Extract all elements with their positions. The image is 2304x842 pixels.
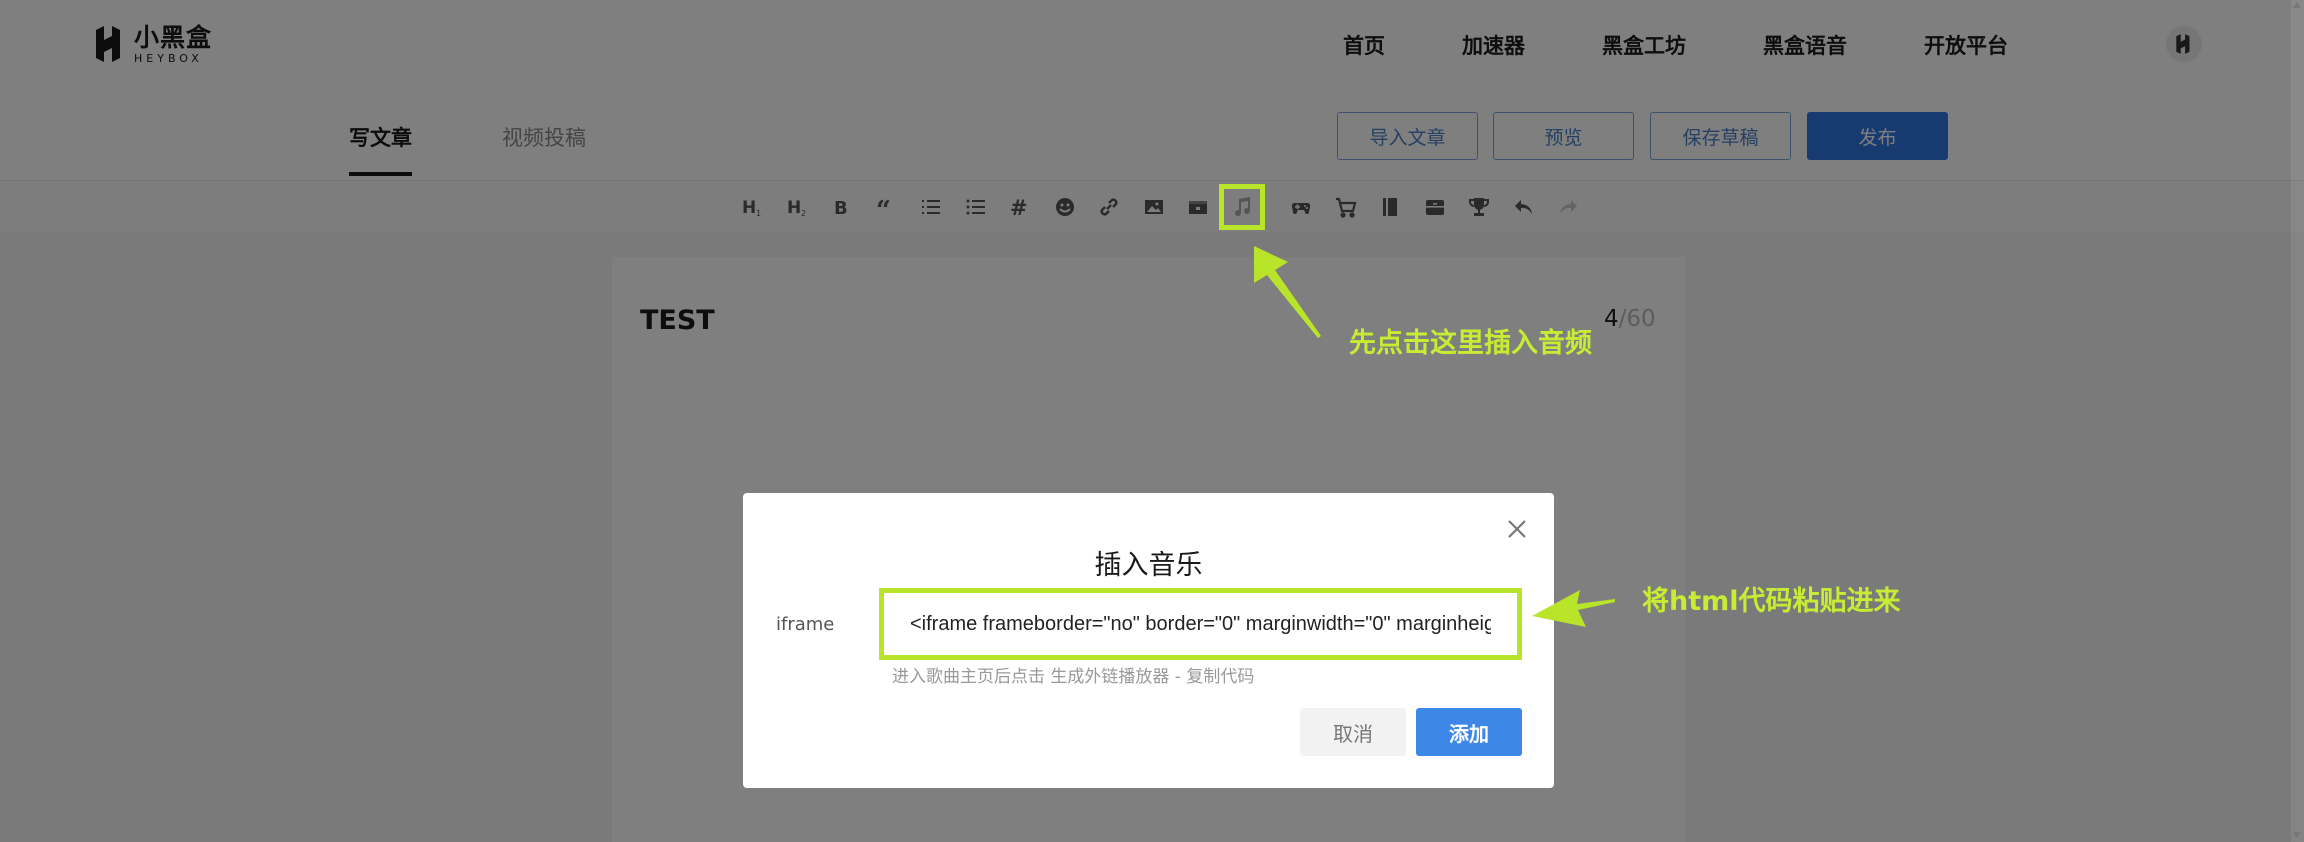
annotation-arrows [1254,246,1615,627]
annotation-step2: 将html代码粘贴进来 [1642,586,1901,617]
annotation-step1: 先点击这里插入音频 [1349,328,1592,359]
arrow-to-iframe-input [1532,590,1615,627]
arrow-to-music-icon [1254,246,1321,338]
